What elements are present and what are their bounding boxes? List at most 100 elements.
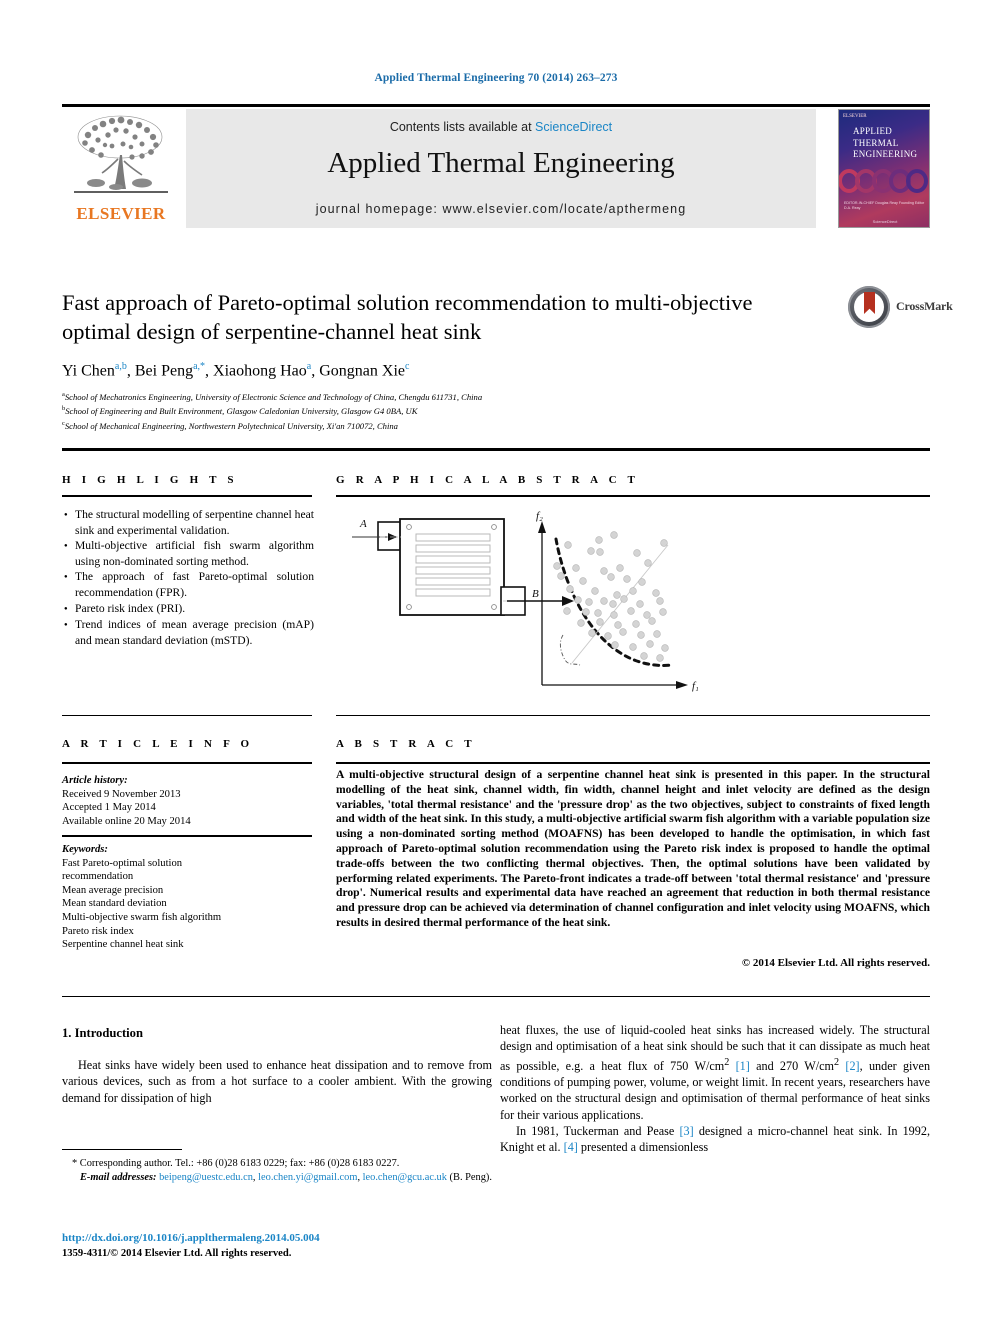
highlights-ul: The structural modelling of serpentine c… [62,507,314,648]
ref-link-3[interactable]: [3] [679,1124,693,1138]
affiliation-text: School of Mechanical Engineering, Northw… [64,420,398,431]
journal-cover-thumbnail: ELSEVIER APPLIED THERMAL ENGINEERING EDI… [838,109,930,228]
axis-label-f1: f₁ [692,680,699,692]
cover-title: APPLIED THERMAL ENGINEERING [853,126,917,161]
keywords-items: Fast Pareto-optimal solution recommendati… [62,857,314,952]
highlights-list: The structural modelling of serpentine c… [62,507,314,648]
journal-masthead: ELSEVIER Contents lists available at Sci… [62,109,930,228]
rp1b: and 270 W/cm [749,1058,835,1073]
email-label: E-mail addresses: [80,1172,157,1183]
email-link-3[interactable]: leo.chen@gcu.ac.uk [363,1172,447,1183]
author-name: Xiaohong Hao [213,362,307,380]
crossmark-icon [848,286,890,328]
author-name: Bei Peng [134,362,194,380]
rp2c: presented a dimensionless [577,1140,709,1155]
issn-copyright-line: 1359-4311/© 2014 Elsevier Ltd. All right… [62,1248,292,1259]
sup-2-a: 2 [724,1056,730,1068]
author-name: Yi Chen [62,362,115,380]
doi-link[interactable]: http://dx.doi.org/10.1016/j.applthermale… [62,1231,522,1246]
graphical-abstract-bottom-rule [336,715,930,716]
sup-2-b: 2 [834,1056,840,1068]
keyword-item: Fast Pareto-optimal solution [62,857,183,869]
cover-title-line2: THERMAL [853,137,899,148]
axis-label-f2: f₂ [536,510,543,522]
elsevier-tree-icon [74,115,168,193]
serpentine-channel-heat-sink-icon [352,518,526,616]
label-outlet-B: B [532,588,539,600]
keyword-item: recommendation [62,871,134,883]
graphical-abstract-heading: G R A P H I C A L A B S T R A C T [336,474,640,486]
cover-title-line3: ENGINEERING [853,149,918,159]
masthead-top-rule [62,104,930,107]
abstract-rule [336,762,930,764]
cover-elsevier-mark: ELSEVIER [843,114,867,119]
affiliation-list: aSchool of Mechatronics Engineering, Uni… [62,389,852,432]
highlights-heading: H I G H L I G H T S [62,474,238,486]
email-link-2[interactable]: leo.chen.yi@gmail.com [258,1172,357,1183]
author-list: Yi Chena,b, Bei Penga,*, Xiaohong Haoa, … [62,361,822,380]
intro-right-column: heat fluxes, the use of liquid-cooled he… [500,1022,930,1155]
crossmark-label: CrossMark [896,299,953,313]
author-affiliation-mark: c [405,361,410,372]
running-head: Applied Thermal Engineering 70 (2014) 26… [374,72,618,84]
author-affiliation-mark: a,b [114,361,127,372]
affiliation-item: cSchool of Mechanical Engineering, North… [62,418,852,432]
abstract-heading: A B S T R A C T [336,738,476,750]
journal-homepage-link[interactable]: journal homepage: www.elsevier.com/locat… [186,202,816,216]
label-inlet-A: A [359,518,367,530]
keyword-item: Mean standard deviation [62,898,167,910]
highlight-item: The structural modelling of serpentine c… [73,507,314,538]
intro-section-title: 1. Introduction [62,1026,143,1040]
body-top-rule [62,996,930,997]
cover-rings-icon [839,169,928,193]
cover-editors: EDITOR-IN-CHIEF Douglas Reay Founding Ed… [844,201,925,210]
section-top-rule [62,448,930,451]
intro-right-paragraph-1: heat fluxes, the use of liquid-cooled he… [500,1022,930,1123]
article-received: Received 9 November 2013 [62,788,181,800]
keyword-item: Serpentine channel heat sink [62,939,184,951]
cover-footer: ScienceDirect [872,219,898,224]
affiliation-item: aSchool of Mechatronics Engineering, Uni… [62,389,852,403]
keyword-item: Pareto risk index [62,925,134,937]
highlight-item: Pareto risk index (PRI). [73,601,314,617]
highlight-item: The approach of fast Pareto-optimal solu… [73,569,314,600]
footnote-rule [62,1149,182,1150]
keyword-item: Mean average precision [62,884,164,896]
article-info-heading: A R T I C L E I N F O [62,738,254,750]
author-separator: , [205,362,214,380]
article-available-online: Available online 20 May 2014 [62,815,191,827]
affiliation-item: bSchool of Engineering and Built Environ… [62,403,852,417]
article-info-rule [62,762,312,764]
crossmark-badge[interactable]: CrossMark [848,286,953,330]
page-title: Fast approach of Pareto-optimal solution… [62,290,753,344]
elsevier-logo: ELSEVIER [62,109,180,228]
email-link-1[interactable]: beipeng@uestc.edu.cn [159,1172,253,1183]
author-affiliation-mark: a,* [193,361,206,372]
article-history: Article history: Received 9 November 201… [62,774,314,828]
intro-left-column: Heat sinks have widely been used to enha… [62,1057,492,1106]
highlights-rule [62,495,312,497]
journal-banner: Contents lists available at ScienceDirec… [186,109,816,228]
contents-prefix: Contents lists available at [389,120,536,134]
intro-paragraph-1: Heat sinks have widely been used to enha… [62,1058,492,1105]
keywords-rule [62,835,312,837]
contents-line: Contents lists available at ScienceDirec… [186,120,816,134]
keywords-block: Keywords: Fast Pareto-optimal solution re… [62,843,314,952]
abstract-text: A multi-objective structural design of a… [336,768,930,929]
highlights-bottom-rule [62,715,312,716]
cover-title-line1: APPLIED [853,126,893,136]
article-accepted: Accepted 1 May 2014 [62,802,156,814]
email-suffix: (B. Peng). [449,1172,492,1183]
email-addresses-line: E-mail addresses: beipeng@uestc.edu.cn, … [62,1171,492,1185]
journal-title: Applied Thermal Engineering [327,147,675,179]
ref-link-4[interactable]: [4] [564,1140,578,1154]
ref-link-2[interactable]: [2] [845,1059,859,1073]
intro-right-paragraph-2: In 1981, Tuckerman and Pease [3] designe… [500,1123,930,1156]
corresponding-author-note: * Corresponding author. Tel.: +86 (0)28 … [72,1158,400,1169]
affiliation-text: School of Engineering and Built Environm… [65,406,418,417]
highlight-item: Trend indices of mean average precision … [73,617,314,648]
sciencedirect-link[interactable]: ScienceDirect [535,120,612,134]
ref-link-1[interactable]: [1] [736,1059,750,1073]
graphical-abstract-figure: A B f₂ f₁ [352,510,699,692]
author-name: Gongnan Xie [319,362,405,380]
